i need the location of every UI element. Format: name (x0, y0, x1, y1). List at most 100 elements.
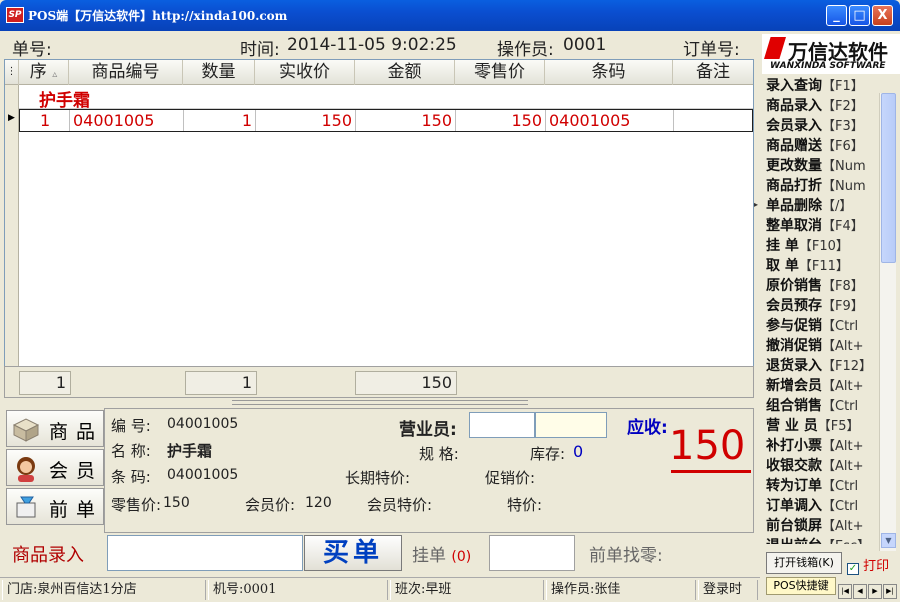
checkout-button[interactable]: 买单 (304, 535, 402, 571)
cell-qty[interactable]: 1 (184, 110, 256, 131)
group-label: 护手霜 (39, 91, 90, 111)
menu-item[interactable]: 组合销售【Ctrl (766, 396, 878, 416)
cell-code[interactable]: 04001005 (70, 110, 184, 131)
menu-item-label: 组合销售 (766, 398, 822, 414)
tab-product[interactable]: 商品 (6, 410, 104, 447)
menu-item[interactable]: 原价销售【F8】 (766, 276, 878, 296)
cell-retail[interactable]: 150 (456, 110, 546, 131)
menu-item-label: 单品删除 (766, 198, 822, 214)
status-shift: 班次:早班 (390, 580, 544, 600)
prev-tab-icon[interactable]: ◀ (853, 584, 867, 599)
menu-item[interactable]: 商品录入【F2】 (766, 96, 878, 116)
salesperson-name-field[interactable] (535, 412, 607, 438)
tab-product-label: 商品 (49, 421, 104, 443)
menu-item-shortcut: 【F3】 (822, 119, 864, 134)
spec-label: 规 格: (419, 445, 459, 463)
cell-amount[interactable]: 150 (356, 110, 456, 131)
cell-note[interactable] (674, 110, 752, 131)
hold-order-field[interactable] (489, 535, 575, 571)
splitter-grip[interactable] (232, 400, 528, 405)
menu-item-shortcut: 【Ctrl (822, 399, 859, 414)
menu-item[interactable]: 会员预存【F9】 (766, 296, 878, 316)
menu-item[interactable]: 录入查询【F1】 (766, 76, 878, 96)
menu-item-label: 营 业 员 (766, 418, 818, 434)
table-row[interactable]: 1 04001005 1 150 150 150 04001005 (19, 109, 753, 132)
maximize-button[interactable]: □ (849, 5, 870, 26)
shortcut-scrollbar[interactable]: ▼ (879, 93, 896, 551)
col-header-price[interactable]: 实收价 (255, 60, 355, 85)
tab-previous-order-label: 前单 (49, 499, 104, 521)
title-bar[interactable]: SP POS端【万信达软件】http://xinda100.com _ □ X (0, 0, 900, 31)
minimize-button[interactable]: _ (826, 5, 847, 26)
menu-item[interactable]: 营 业 员【F5】 (766, 416, 878, 436)
menu-item[interactable]: 前台锁屏【Alt+ (766, 516, 878, 536)
col-header-code[interactable]: 商品编号 (69, 60, 183, 85)
panel-splitter[interactable] (4, 398, 754, 406)
tab-member[interactable]: 会员 (6, 449, 104, 486)
menu-item-shortcut: 【Ctrl (822, 499, 859, 514)
total-qty: 1 (185, 371, 257, 395)
menu-item[interactable]: 单品删除【/】 (766, 196, 878, 216)
menu-item[interactable]: 参与促销【Ctrl (766, 316, 878, 336)
menu-item[interactable]: 整单取消【F4】 (766, 216, 878, 236)
menu-item-shortcut: 【F2】 (822, 99, 864, 114)
menu-item[interactable]: 会员录入【F3】 (766, 116, 878, 136)
tab-previous-order[interactable]: 前单 (6, 488, 104, 525)
checkmark-icon[interactable]: ✓ (847, 563, 859, 575)
group-row[interactable]: 护手霜 (19, 85, 753, 111)
col-header-retail[interactable]: 零售价 (455, 60, 545, 85)
operator-value: 0001 (563, 35, 607, 55)
status-operator: 操作员:张佳 (546, 580, 696, 600)
col-header-barcode[interactable]: 条码 (545, 60, 673, 85)
logo-en-text: WANXINDA SOFTWARE (770, 61, 886, 71)
cell-seq[interactable]: 1 (20, 110, 70, 131)
salesperson-input[interactable] (469, 412, 535, 438)
menu-item[interactable]: 新增会员【Alt+ (766, 376, 878, 396)
print-checkbox[interactable]: ✓ 打印 (847, 555, 889, 575)
menu-item[interactable]: 挂 单【F10】 (766, 236, 878, 256)
order-no-label: 单号: (12, 40, 52, 60)
menu-item[interactable]: 更改数量【Num (766, 156, 878, 176)
menu-item[interactable]: 退出前台【Esc】 (766, 536, 878, 544)
menu-item[interactable]: 补打小票【Alt+ (766, 436, 878, 456)
special-price-label: 特价: (507, 496, 543, 514)
menu-item-shortcut: 【Num (822, 179, 866, 194)
menu-item[interactable]: 取 单【F11】 (766, 256, 878, 276)
col-header-qty[interactable]: 数量 (183, 60, 255, 85)
first-tab-icon[interactable]: |◀ (838, 584, 852, 599)
menu-item-shortcut: 【Alt+ (822, 439, 864, 454)
product-entry-input[interactable] (107, 535, 303, 571)
last-tab-icon[interactable]: ▶| (883, 584, 897, 599)
menu-item-shortcut: 【F9】 (822, 299, 864, 314)
menu-item[interactable]: 转为订单【Ctrl (766, 476, 878, 496)
col-header-amount[interactable]: 金额 (355, 60, 455, 85)
amount-due-value: 150 (669, 423, 746, 469)
menu-item[interactable]: 退货录入【F12】 (766, 356, 878, 376)
info-tabs: 商品 会员 前单 (4, 408, 104, 530)
brand-logo: 万信达软件 WANXINDA SOFTWARE (762, 34, 900, 74)
menu-item[interactable]: 商品打折【Num (766, 176, 878, 196)
col-header-note[interactable]: 备注 (673, 60, 753, 85)
long-special-label: 长期特价: (345, 469, 411, 487)
tab-scroll-buttons[interactable]: |◀ ◀ ▶ ▶| (838, 578, 898, 599)
sales-grid[interactable]: ⋮ 序 ▵ 商品编号 数量 实收价 金额 零售价 条码 备注 ▶ 护手霜 1 0… (4, 59, 754, 396)
menu-item[interactable]: 撤消促销【Alt+ (766, 336, 878, 356)
menu-item-label: 订单调入 (766, 498, 822, 514)
menu-item[interactable]: 商品赠送【F6】 (766, 136, 878, 156)
close-button[interactable]: X (872, 5, 893, 26)
window-title: POS端【万信达软件】http://xinda100.com (28, 9, 288, 23)
open-cash-drawer-button[interactable]: 打开钱箱(K) (766, 552, 842, 574)
grid-menu-icon[interactable]: ⋮ (5, 60, 19, 85)
col-header-seq[interactable]: 序 ▵ (19, 60, 69, 85)
cell-price[interactable]: 150 (256, 110, 356, 131)
next-tab-icon[interactable]: ▶ (868, 584, 882, 599)
hold-order-label: 挂单 (0) (412, 546, 472, 566)
menu-item-shortcut: 【F10】 (798, 239, 849, 254)
scrollbar-thumb[interactable] (881, 93, 896, 263)
cell-barcode[interactable]: 04001005 (546, 110, 674, 131)
pos-shortcut-tab[interactable]: POS快捷键 (766, 577, 836, 595)
menu-item[interactable]: 收银交款【Alt+ (766, 456, 878, 476)
menu-item[interactable]: 订单调入【Ctrl (766, 496, 878, 516)
scroll-down-icon[interactable]: ▼ (881, 533, 896, 548)
logo-mark-icon (764, 37, 786, 59)
